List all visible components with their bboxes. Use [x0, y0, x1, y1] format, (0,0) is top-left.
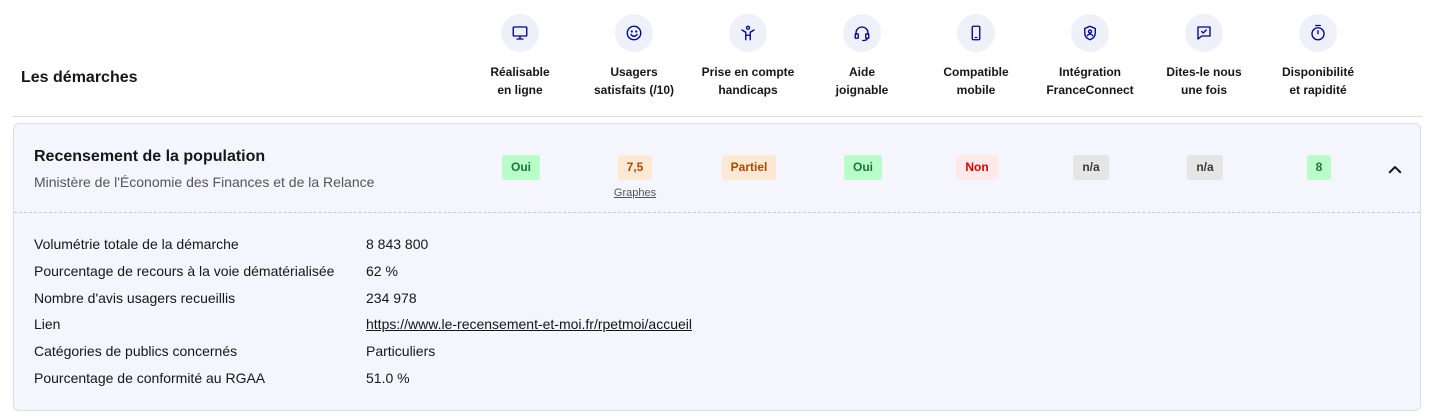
timer-icon	[1299, 14, 1337, 52]
detail-row: Lien https://www.le-recensement-et-moi.f…	[34, 316, 692, 343]
status-badge: Oui	[502, 155, 540, 180]
procedure-details: Volumétrie totale de la démarche 8 843 8…	[34, 236, 692, 397]
detail-value: 62 %	[366, 262, 398, 279]
detail-row: Pourcentage de conformité au RGAA 51.0 %	[34, 370, 692, 397]
detail-value: Particuliers	[366, 343, 436, 360]
procedure-ministry: Ministère de l'Économie des Finances et …	[34, 174, 375, 190]
chat-check-icon	[1185, 14, 1223, 52]
indicator-accessibility: Partiel	[684, 155, 814, 180]
detail-label: Lien	[34, 316, 61, 333]
column-header-dites-le-nous: Dites-le nous une fois	[1139, 14, 1269, 99]
detail-label: Pourcentage de recours à la voie dématér…	[34, 262, 335, 279]
detail-label: Volumétrie totale de la démarche	[34, 236, 239, 252]
header-divider	[13, 116, 1422, 117]
status-badge: 8	[1306, 155, 1332, 180]
column-header-satisfaction: Usagers satisfaits (/10)	[569, 14, 699, 99]
detail-row: Volumétrie totale de la démarche 8 843 8…	[34, 236, 692, 263]
indicator-support: Oui	[798, 155, 928, 180]
detail-label: Nombre d'avis usagers recueillis	[34, 289, 236, 306]
monitor-icon	[501, 14, 539, 52]
headset-icon	[843, 14, 881, 52]
detail-row: Pourcentage de recours à la voie dématér…	[34, 263, 692, 290]
detail-row: Nombre d'avis usagers recueillis 234 978	[34, 290, 692, 317]
column-header-online: Réalisable en ligne	[455, 14, 585, 99]
status-badge: 7,5	[617, 155, 653, 180]
status-badge: n/a	[1187, 155, 1223, 180]
indicator-dites-le-nous: n/a	[1140, 155, 1270, 180]
status-badge: n/a	[1073, 155, 1109, 180]
detail-label: Catégories de publics concernés	[34, 343, 238, 360]
procedure-card: Recensement de la population Ministère d…	[13, 123, 1421, 411]
column-header-accessibility: Prise en compte handicaps	[683, 14, 813, 99]
column-header-availability: Disponibilité et rapidité	[1253, 14, 1383, 99]
smartphone-icon	[957, 14, 995, 52]
detail-value: 51.0 %	[366, 369, 410, 386]
page-title: Les démarches	[21, 69, 138, 86]
indicator-mobile: Non	[912, 155, 1042, 180]
graphes-link[interactable]: Graphes	[570, 187, 700, 199]
indicator-availability: 8	[1254, 155, 1384, 180]
status-badge: Partiel	[721, 155, 777, 180]
status-badge: Oui	[844, 155, 882, 180]
column-header-mobile: Compatible mobile	[911, 14, 1041, 99]
indicator-satisfaction: 7,5 Graphes	[570, 155, 700, 199]
detail-value: 8 843 800	[366, 236, 429, 252]
column-header-franceconnect: Intégration FranceConnect	[1025, 14, 1155, 99]
indicator-franceconnect: n/a	[1026, 155, 1156, 180]
collapse-button[interactable]	[1386, 161, 1404, 179]
status-badge: Non	[956, 155, 998, 180]
procedure-link[interactable]: https://www.le-recensement-et-moi.fr/rpe…	[366, 316, 692, 332]
indicator-online: Oui	[456, 155, 586, 180]
chevron-up-icon	[1386, 166, 1404, 183]
detail-label: Pourcentage de conformité au RGAA	[34, 369, 266, 386]
card-divider	[14, 212, 1420, 213]
procedure-title: Recensement de la population	[34, 148, 266, 165]
detail-row: Catégories de publics concernés Particul…	[34, 343, 692, 370]
accessibility-icon	[729, 14, 767, 52]
detail-value: 234 978	[366, 289, 417, 306]
column-header-support: Aide joignable	[797, 14, 927, 99]
shield-user-icon	[1071, 14, 1109, 52]
smiley-icon	[615, 14, 653, 52]
